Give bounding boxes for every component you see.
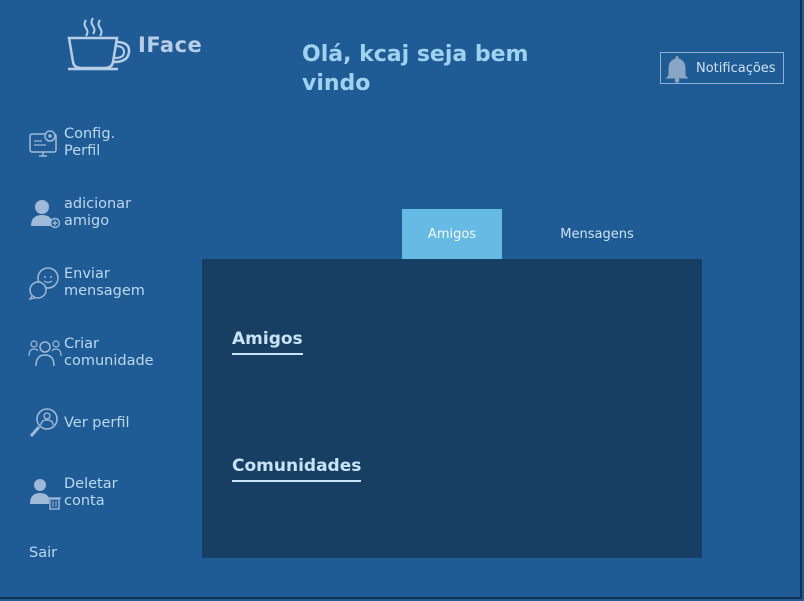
- chat-icon: [28, 267, 59, 300]
- tab-label: Mensagens: [560, 226, 634, 242]
- sidebar-item-view-profile[interactable]: Ver perfil: [28, 406, 130, 440]
- view-profile-icon: [29, 408, 58, 437]
- sidebar-item-label: adicionar amigo: [64, 196, 132, 229]
- delete-account-icon: [30, 479, 61, 510]
- sidebar-item-label: Criar comunidade: [64, 336, 154, 369]
- friends-section-title: Amigos: [232, 329, 303, 355]
- coffee-cup-icon: [67, 17, 131, 71]
- sidebar-item-create-community[interactable]: Criar comunidade: [28, 336, 154, 370]
- logout-button[interactable]: Sair: [29, 545, 57, 561]
- bell-icon: [665, 56, 689, 83]
- app-logo: IFace: [66, 16, 202, 72]
- community-icon: [28, 340, 62, 367]
- sidebar-item-delete-account[interactable]: Deletar conta: [28, 476, 118, 510]
- tab-messages[interactable]: Mensagens: [547, 209, 647, 259]
- tab-label: Amigos: [427, 226, 477, 242]
- notifications-button[interactable]: Notificações: [660, 52, 784, 84]
- add-user-icon: [31, 200, 61, 229]
- communities-section-title: Comunidades: [232, 456, 362, 482]
- sidebar-item-label: Config. Perfil: [64, 126, 116, 159]
- sidebar-item-config-profile[interactable]: Config. Perfil: [28, 126, 115, 160]
- sidebar-item-label: Ver perfil: [64, 414, 130, 431]
- app-name: IFace: [138, 33, 203, 57]
- notifications-label: Notificações: [696, 60, 776, 76]
- welcome-heading: Olá, kcaj seja bem vindo: [302, 42, 529, 96]
- sidebar-item-label: Enviar mensagem: [64, 266, 145, 299]
- tab-content-panel: Amigos Comunidades: [202, 259, 702, 558]
- sidebar-item-add-friend[interactable]: adicionar amigo: [28, 196, 131, 230]
- tab-friends[interactable]: Amigos: [402, 209, 502, 259]
- sidebar-item-send-message[interactable]: Enviar mensagem: [28, 266, 145, 300]
- settings-profile-icon: [29, 130, 57, 157]
- sidebar-item-label: Deletar conta: [64, 476, 118, 509]
